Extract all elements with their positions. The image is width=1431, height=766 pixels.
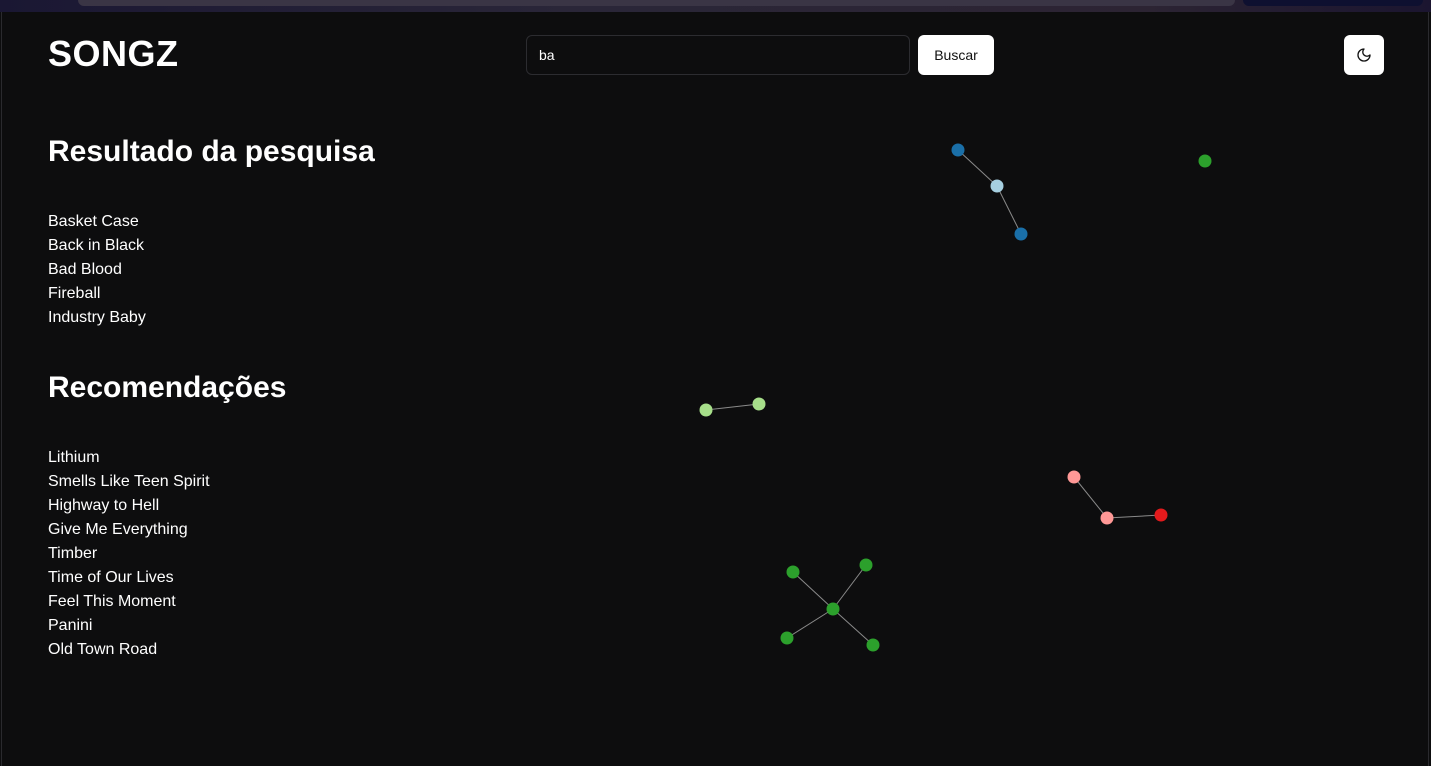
- result-item[interactable]: Industry Baby: [48, 306, 146, 330]
- recommendations-title: Recomendações: [48, 371, 287, 404]
- graph-node[interactable]: [752, 397, 766, 411]
- graph-node[interactable]: [1014, 227, 1028, 241]
- recommendation-item[interactable]: Feel This Moment: [48, 590, 210, 614]
- graph-node[interactable]: [826, 602, 840, 616]
- graph-node[interactable]: [990, 179, 1004, 193]
- moon-icon: [1356, 47, 1372, 63]
- recommendation-item[interactable]: Smells Like Teen Spirit: [48, 470, 210, 494]
- graph-node[interactable]: [1067, 470, 1081, 484]
- result-item[interactable]: Fireball: [48, 282, 146, 306]
- result-item[interactable]: Bad Blood: [48, 258, 146, 282]
- graph-node[interactable]: [699, 403, 713, 417]
- result-item[interactable]: Basket Case: [48, 210, 146, 234]
- browser-toolbar-area: [1243, 0, 1423, 6]
- results-title: Resultado da pesquisa: [48, 135, 375, 168]
- browser-address-bar: [78, 0, 1235, 6]
- recommendation-item[interactable]: Give Me Everything: [48, 518, 210, 542]
- recommendation-item[interactable]: Time of Our Lives: [48, 566, 210, 590]
- recommendation-item[interactable]: Old Town Road: [48, 638, 210, 662]
- recommendation-item[interactable]: Panini: [48, 614, 210, 638]
- graph-node[interactable]: [780, 631, 794, 645]
- browser-chrome-strip: [0, 0, 1431, 12]
- search-button[interactable]: Buscar: [918, 35, 994, 75]
- graph-node[interactable]: [1198, 154, 1212, 168]
- recommendation-item[interactable]: Lithium: [48, 446, 210, 470]
- recommendation-item[interactable]: Timber: [48, 542, 210, 566]
- search-input[interactable]: [526, 35, 910, 75]
- graph-node[interactable]: [951, 143, 965, 157]
- graph-node[interactable]: [786, 565, 800, 579]
- graph-node[interactable]: [1100, 511, 1114, 525]
- graph-node[interactable]: [866, 638, 880, 652]
- graph-node[interactable]: [859, 558, 873, 572]
- theme-toggle-button[interactable]: [1344, 35, 1384, 75]
- recommendation-item[interactable]: Highway to Hell: [48, 494, 210, 518]
- results-list: Basket Case Back in Black Bad Blood Fire…: [48, 210, 146, 330]
- app-logo: SONGZ: [48, 33, 179, 74]
- graph-node[interactable]: [1154, 508, 1168, 522]
- recommendations-list: Lithium Smells Like Teen Spirit Highway …: [48, 446, 210, 662]
- result-item[interactable]: Back in Black: [48, 234, 146, 258]
